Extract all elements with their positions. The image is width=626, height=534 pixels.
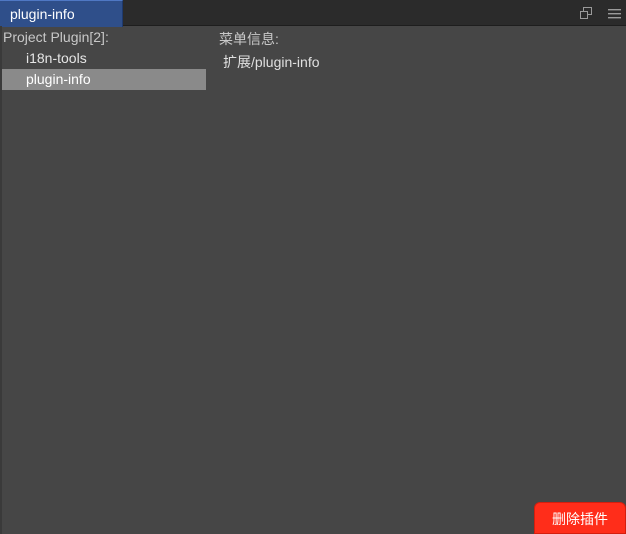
plugin-info-panel: plugin-info Project Plugin[2]: i18n-tool… [0, 0, 626, 534]
plugin-detail: 菜单信息: 扩展/plugin-info [219, 29, 619, 73]
window-actions [578, 4, 622, 22]
panel-left-edge [0, 26, 2, 534]
hamburger-menu-icon[interactable] [606, 5, 622, 21]
plugin-list-header: Project Plugin[2]: [3, 29, 109, 45]
menu-info-value: 扩展/plugin-info [223, 54, 320, 70]
plugin-list-item-plugin-info[interactable]: plugin-info [2, 69, 206, 90]
popout-window-icon[interactable] [578, 5, 594, 21]
delete-plugin-button[interactable]: 删除插件 [534, 502, 626, 534]
plugin-list: Project Plugin[2]: i18n-tools plugin-inf… [2, 26, 206, 90]
menu-info-label: 菜单信息: [219, 31, 279, 47]
tab-bar: plugin-info [0, 0, 626, 27]
plugin-list-item-i18n-tools[interactable]: i18n-tools [2, 48, 206, 69]
tab-plugin-info[interactable]: plugin-info [0, 0, 123, 27]
